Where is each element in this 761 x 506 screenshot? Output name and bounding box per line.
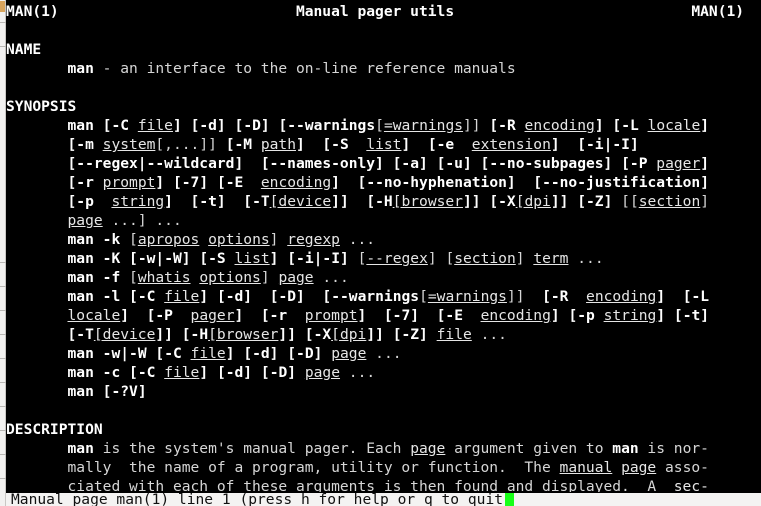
section-heading-synopsis-label: SYNOPSIS	[6, 98, 77, 115]
synopsis-line: man -w|-W [-C file] [-d] [-D] page ...	[6, 344, 402, 363]
synopsis-line: [-r prompt] [-7] [-E encoding] [--no-hyp…	[6, 173, 710, 192]
pager-status-text: Manual page man(1) line 1 (press h for h…	[11, 492, 512, 506]
section-body-name: man - an interface to the on-line refere…	[6, 59, 516, 78]
man-header-left: MAN(1)	[6, 3, 59, 20]
synopsis-line: man -f [whatis options] page ...	[6, 268, 349, 287]
man-header-right: MAN(1)	[691, 3, 745, 20]
section-heading-description-label: DESCRIPTION	[6, 421, 103, 438]
description-line: man is the system's manual pager. Each p…	[6, 439, 709, 458]
synopsis-line: man -c [-C file] [-d] [-D] page ...	[6, 363, 376, 382]
description-line: mally the name of a program, utility or …	[6, 458, 709, 477]
pager-status-bar[interactable]: Manual page man(1) line 1 (press h for h…	[6, 492, 761, 506]
synopsis-line: locale] [-P pager] [-r prompt] [-7] [-E …	[6, 306, 710, 325]
synopsis-line: man [-?V]	[6, 382, 147, 401]
man-header-center: Manual pager utils	[295, 3, 455, 20]
synopsis-line: man [-C file] [-d] [-D] [--warnings[=war…	[6, 116, 710, 135]
man-header-gap-right	[454, 3, 691, 20]
name-description: - an interface to the on-line reference …	[93, 60, 516, 77]
section-heading-description: DESCRIPTION	[6, 420, 103, 439]
synopsis-line: [-p string] [-t] [-T[device]] [-H[browse…	[6, 192, 710, 211]
synopsis-line: [--regex|--wildcard] [--names-only] [-a]…	[6, 154, 710, 173]
synopsis-line: man -k [apropos options] regexp ...	[6, 230, 376, 249]
section-heading-name: NAME	[6, 40, 41, 59]
synopsis-line: [-m system[,...]] [-M path] [-S list] [-…	[6, 135, 639, 154]
background-window-row-separators	[0, 0, 6, 506]
name-command: man	[67, 60, 94, 77]
synopsis-line: man -K [-w|-W] [-S list] [-i|-I] [--rege…	[6, 249, 604, 268]
man-header-line: MAN(1) Manual pager utils MAN(1)	[6, 2, 744, 21]
section-heading-synopsis: SYNOPSIS	[6, 97, 76, 116]
synopsis-line: [-T[device]] [-H[browser]] [-X[dpi]] [-Z…	[6, 325, 507, 344]
man-page-content[interactable]: MAN(1) Manual pager utils MAN(1) NAME ma…	[6, 0, 761, 506]
synopsis-line: man -l [-C file] [-d] [-D] [--warnings[=…	[6, 287, 710, 306]
text-cursor	[505, 493, 514, 506]
man-header-gap-left	[59, 3, 296, 20]
synopsis-line: page ...] ...	[6, 211, 182, 230]
section-heading-name-label: NAME	[6, 41, 42, 58]
name-indent	[6, 60, 68, 77]
terminal-screen: MAN(1) Manual pager utils MAN(1) NAME ma…	[0, 0, 761, 506]
